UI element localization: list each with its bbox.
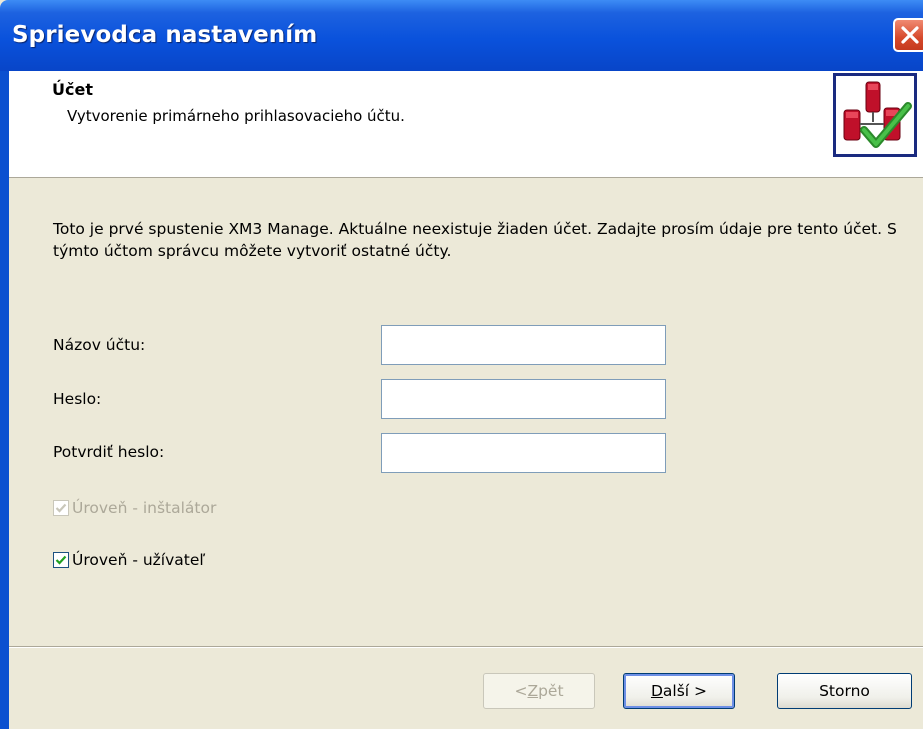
next-button[interactable]: Další > bbox=[623, 673, 735, 709]
next-button-label: alší > bbox=[662, 682, 708, 700]
confirm-password-label: Potvrdiť heslo: bbox=[53, 443, 165, 461]
back-button-label: pět bbox=[538, 682, 564, 700]
user-level-label: Úroveň - užívateľ bbox=[72, 551, 206, 569]
users-check-icon bbox=[833, 73, 917, 157]
setup-wizard-window: Sprievodca nastavením Účet Vytvorenie pr… bbox=[0, 0, 923, 729]
back-button-mnemonic: Z bbox=[527, 682, 539, 700]
footer-separator bbox=[9, 646, 923, 648]
wizard-header: Účet Vytvorenie primárneho prihlasovacie… bbox=[9, 71, 923, 178]
intro-text: Toto je prvé spustenie XM3 Manage. Aktuá… bbox=[53, 220, 897, 260]
next-button-mnemonic: D bbox=[650, 682, 663, 700]
cancel-button-label: Storno bbox=[819, 682, 870, 700]
user-level-checkbox[interactable] bbox=[53, 552, 69, 568]
page-title: Účet bbox=[52, 80, 93, 99]
check-icon bbox=[55, 503, 67, 513]
password-input[interactable] bbox=[381, 379, 666, 419]
cancel-button[interactable]: Storno bbox=[777, 673, 912, 709]
title-bar[interactable]: Sprievodca nastavením bbox=[0, 0, 923, 71]
account-name-input[interactable] bbox=[381, 325, 666, 365]
close-button[interactable] bbox=[893, 18, 923, 52]
close-icon bbox=[901, 26, 919, 44]
user-level-checkbox-row: Úroveň - užívateľ bbox=[53, 550, 205, 570]
confirm-password-input[interactable] bbox=[381, 433, 666, 473]
installer-level-checkbox[interactable] bbox=[53, 500, 69, 516]
check-icon bbox=[55, 555, 67, 565]
back-button[interactable]: < Zpět bbox=[483, 673, 595, 709]
back-button-prefix: < bbox=[514, 682, 528, 700]
password-label: Heslo: bbox=[53, 390, 102, 408]
installer-level-label: Úroveň - inštalátor bbox=[72, 499, 217, 517]
window-title: Sprievodca nastavením bbox=[12, 22, 318, 48]
installer-level-checkbox-row: Úroveň - inštalátor bbox=[53, 498, 216, 518]
account-name-label: Názov účtu: bbox=[53, 336, 146, 354]
page-subtitle: Vytvorenie primárneho prihlasovacieho úč… bbox=[67, 107, 405, 125]
window-frame-left bbox=[0, 71, 9, 729]
